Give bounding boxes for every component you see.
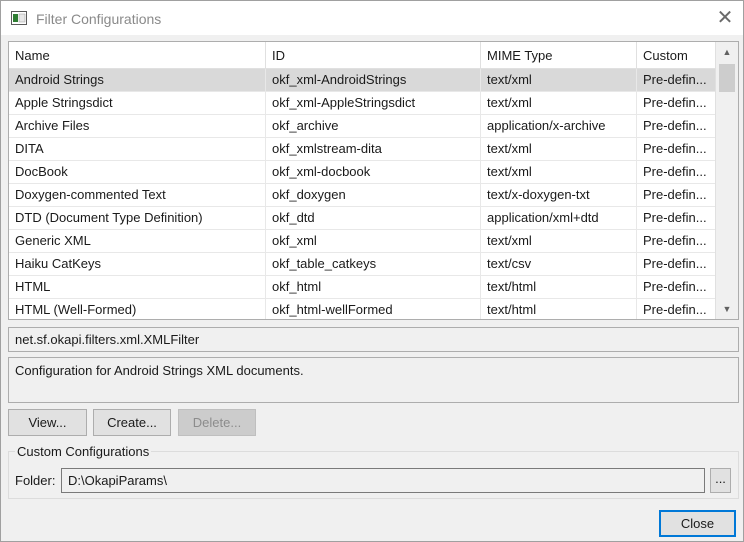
cell-custom: Pre-defin... [643,279,707,294]
cell-custom: Pre-defin... [643,164,707,179]
cell-name: Haiku CatKeys [9,253,266,275]
cell-mime-type: text/csv [481,253,637,275]
folder-label: Folder: [15,473,56,488]
cell-custom: Pre-defin... [643,141,707,156]
table-row[interactable]: Haiku CatKeys okf_table_catkeys text/csv… [9,253,715,276]
column-header-name[interactable]: Name [9,42,266,69]
scrollbar-thumb[interactable] [719,64,735,92]
cell-mime-type: text/xml [481,92,637,114]
column-header-id[interactable]: ID [266,42,481,69]
cell-id: okf_xml [266,230,481,252]
cell-mime-type: application/xml+dtd [481,207,637,229]
browse-folder-button[interactable]: ... [710,468,731,493]
scroll-down-icon[interactable]: ▼ [716,299,738,319]
filter-class-name-field: net.sf.okapi.filters.xml.XMLFilter [8,327,739,352]
table-row[interactable]: Archive Files okf_archive application/x-… [9,115,715,138]
close-window-icon[interactable]: ✕ [708,6,742,30]
table-row[interactable]: DTD (Document Type Definition) okf_dtd a… [9,207,715,230]
cell-custom: Pre-defin... [643,233,707,248]
cell-mime-type: text/xml [481,69,637,91]
cell-mime-type: text/xml [481,161,637,183]
cell-id: okf_dtd [266,207,481,229]
cell-id: okf_xml-docbook [266,161,481,183]
cell-mime-type: text/xml [481,230,637,252]
filter-configurations-dialog: Filter Configurations ✕ Name ID MIME Typ… [0,0,744,542]
cell-name: HTML (Well-Formed) [9,299,266,319]
cell-name: HTML [9,276,266,298]
cell-mime-type: text/html [481,276,637,298]
cell-id: okf_html [266,276,481,298]
cell-id: okf_table_catkeys [266,253,481,275]
cell-custom: Pre-defin... [643,302,707,317]
cell-id: okf_html-wellFormed [266,299,481,319]
cell-custom: Pre-defin... [643,95,707,110]
cell-name: DocBook [9,161,266,183]
delete-button[interactable]: Delete... [178,409,256,436]
cell-custom: Pre-defin... [643,72,707,87]
cell-custom: Pre-defin... [643,256,707,271]
table-row[interactable]: Generic XML okf_xml text/xml Pre-defin..… [9,230,715,253]
close-button[interactable]: Close [659,510,736,537]
cell-mime-type: text/x-doxygen-txt [481,184,637,206]
cell-name: DTD (Document Type Definition) [9,207,266,229]
cell-custom: Pre-defin... [643,187,707,202]
column-header-custom[interactable]: Custom [637,42,715,69]
table-row[interactable]: Doxygen-commented Text okf_doxygen text/… [9,184,715,207]
filter-description-field: Configuration for Android Strings XML do… [8,357,739,403]
scroll-up-icon[interactable]: ▲ [716,42,738,62]
cell-id: okf_xml-AppleStringsdict [266,92,481,114]
window-app-icon [11,11,27,25]
cell-name: Archive Files [9,115,266,137]
table-row[interactable]: HTML okf_html text/html Pre-defin... [9,276,715,299]
table-body: Android Strings okf_xml-AndroidStrings t… [9,69,715,319]
view-button[interactable]: View... [8,409,87,436]
column-header-mime-type[interactable]: MIME Type [481,42,637,69]
table-row[interactable]: HTML (Well-Formed) okf_html-wellFormed t… [9,299,715,319]
table-row[interactable]: DocBook okf_xml-docbook text/xml Pre-def… [9,161,715,184]
table-header: Name ID MIME Type Custom [9,42,715,69]
cell-name: Android Strings [9,69,266,91]
create-button[interactable]: Create... [93,409,171,436]
cell-id: okf_xml-AndroidStrings [266,69,481,91]
vertical-scrollbar[interactable]: ▲ ▼ [715,42,738,319]
cell-id: okf_xmlstream-dita [266,138,481,160]
cell-mime-type: text/xml [481,138,637,160]
cell-mime-type: text/html [481,299,637,319]
cell-name: Doxygen-commented Text [9,184,266,206]
cell-name: DITA [9,138,266,160]
cell-id: okf_doxygen [266,184,481,206]
folder-path-input[interactable] [61,468,705,493]
table-row[interactable]: Android Strings okf_xml-AndroidStrings t… [9,69,715,92]
cell-mime-type: application/x-archive [481,115,637,137]
title-bar: Filter Configurations ✕ [1,1,743,35]
table-row[interactable]: Apple Stringsdict okf_xml-AppleStringsdi… [9,92,715,115]
custom-configurations-label: Custom Configurations [15,444,152,460]
cell-name: Apple Stringsdict [9,92,266,114]
filter-configurations-table: Name ID MIME Type Custom Android Strings… [8,41,739,320]
cell-name: Generic XML [9,230,266,252]
cell-custom: Pre-defin... [643,210,707,225]
table-row[interactable]: DITA okf_xmlstream-dita text/xml Pre-def… [9,138,715,161]
window-title: Filter Configurations [36,11,162,27]
cell-id: okf_archive [266,115,481,137]
cell-custom: Pre-defin... [643,118,707,133]
